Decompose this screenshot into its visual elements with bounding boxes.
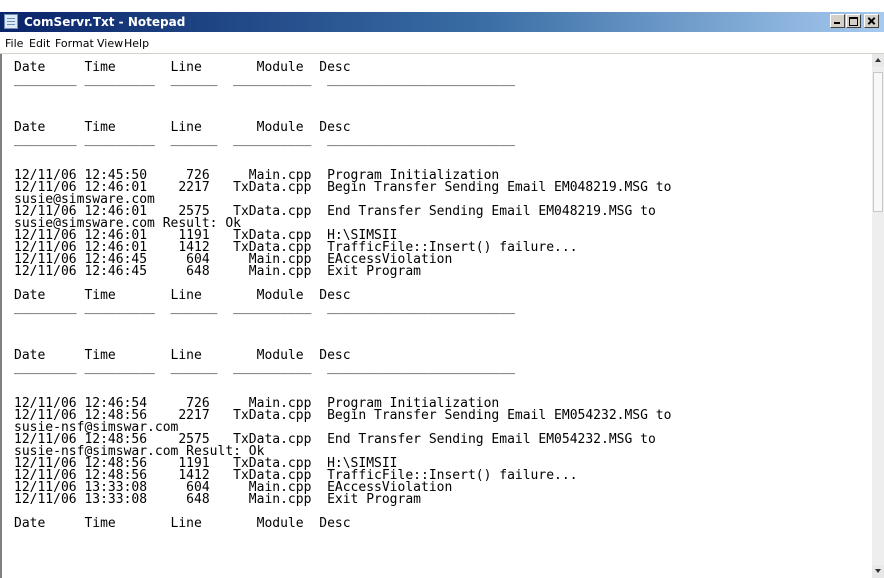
text-editor[interactable]: Date Time Line Module Desc ________ ____… <box>0 54 872 578</box>
text-line: 12/11/06 13:33:08 648 Main.cpp Exit Prog… <box>14 492 421 507</box>
scroll-up-button[interactable] <box>872 54 884 67</box>
text-line: ________ _________ ______ __________ ___… <box>14 132 515 147</box>
menu-view[interactable]: View <box>97 37 123 50</box>
menu-edit[interactable]: Edit <box>29 37 50 50</box>
menu-bar: File Edit Format View Help <box>0 32 884 54</box>
text-content: Date Time Line Module Desc ________ ____… <box>14 61 671 531</box>
menu-file[interactable]: File <box>5 37 23 50</box>
scroll-down-button[interactable] <box>872 565 884 578</box>
menu-help[interactable]: Help <box>124 37 149 50</box>
maximize-button[interactable] <box>846 14 861 28</box>
text-line: ________ _________ ______ __________ ___… <box>14 300 515 315</box>
menu-format[interactable]: Format <box>55 37 94 50</box>
notepad-icon <box>4 14 18 29</box>
text-line: ________ _________ ______ __________ ___… <box>14 72 515 87</box>
scroll-thumb[interactable] <box>873 72 883 212</box>
vertical-scrollbar[interactable] <box>872 54 884 578</box>
title-bar[interactable]: ComServr.Txt - Notepad <box>0 12 884 32</box>
minimize-button[interactable] <box>830 14 845 28</box>
window-title: ComServr.Txt - Notepad <box>24 15 186 29</box>
close-button[interactable] <box>864 14 879 28</box>
text-line: 12/11/06 12:46:45 648 Main.cpp Exit Prog… <box>14 264 421 279</box>
text-line: Date Time Line Module Desc <box>14 516 351 531</box>
text-line: ________ _________ ______ __________ ___… <box>14 360 515 375</box>
